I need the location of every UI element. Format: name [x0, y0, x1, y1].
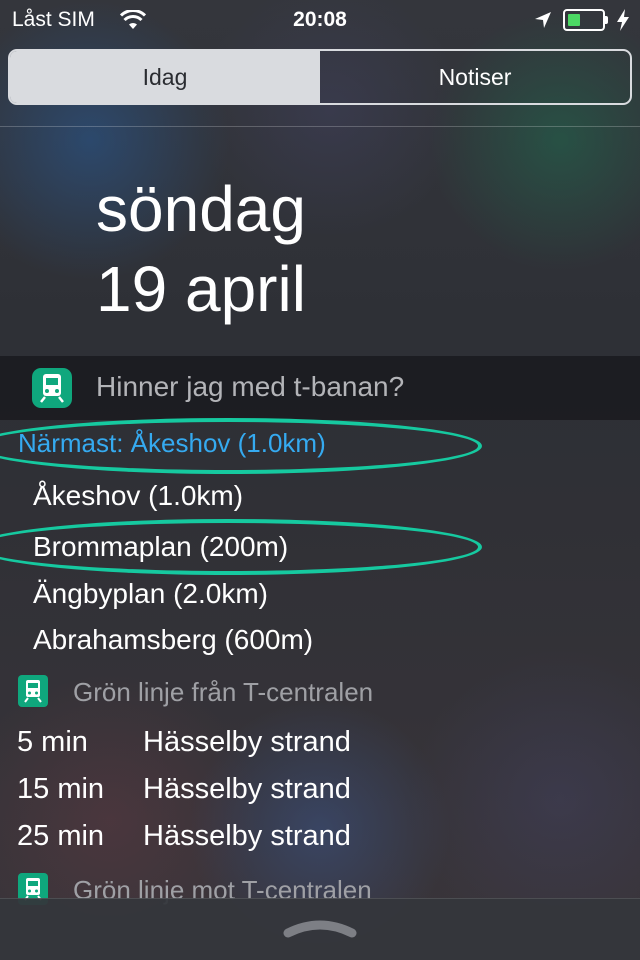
widget-title: Hinner jag med t-banan?: [96, 371, 405, 402]
station-item[interactable]: Ängbyplan (2.0km): [33, 578, 268, 610]
train-icon: [32, 368, 72, 408]
departure-time: 5 min: [17, 726, 88, 758]
widget-header[interactable]: Hinner jag med t-banan?: [0, 356, 640, 420]
chevron-up-handle-icon[interactable]: [280, 915, 360, 939]
departure-destination: Hässelby strand: [143, 726, 351, 758]
tab-idag[interactable]: Idag: [10, 51, 320, 103]
station-item[interactable]: Abrahamsberg (600m): [33, 624, 313, 656]
view-switcher: Idag Notiser: [8, 49, 632, 105]
section-title: Grön linje från T-centralen: [73, 677, 374, 707]
bottom-bar: [0, 898, 640, 960]
departure-time: 15 min: [17, 773, 105, 805]
departure-row: 5 min Hässelby strand: [0, 726, 640, 766]
highlight-ellipse-nearest: [0, 418, 482, 474]
train-icon: [18, 675, 48, 707]
line-section-header: Grön linje från T-centralen: [0, 674, 640, 710]
departure-row: 15 min Hässelby strand: [0, 773, 640, 813]
date-heading: 19 april: [96, 253, 306, 325]
departure-time: 25 min: [17, 820, 105, 852]
departure-destination: Hässelby strand: [143, 820, 351, 852]
station-item[interactable]: Åkeshov (1.0km): [33, 480, 243, 512]
highlight-ellipse-brommaplan: [0, 519, 482, 575]
battery-fill: [568, 14, 580, 26]
battery-icon: [563, 9, 609, 31]
status-bar: Låst SIM 20:08: [0, 0, 640, 40]
location-icon: [535, 12, 551, 28]
weekday-heading: söndag: [96, 173, 306, 245]
tab-notiser[interactable]: Notiser: [320, 51, 630, 103]
charging-icon: [617, 9, 629, 31]
divider: [0, 126, 640, 127]
departure-row: 25 min Hässelby strand: [0, 820, 640, 860]
departure-destination: Hässelby strand: [143, 773, 351, 805]
